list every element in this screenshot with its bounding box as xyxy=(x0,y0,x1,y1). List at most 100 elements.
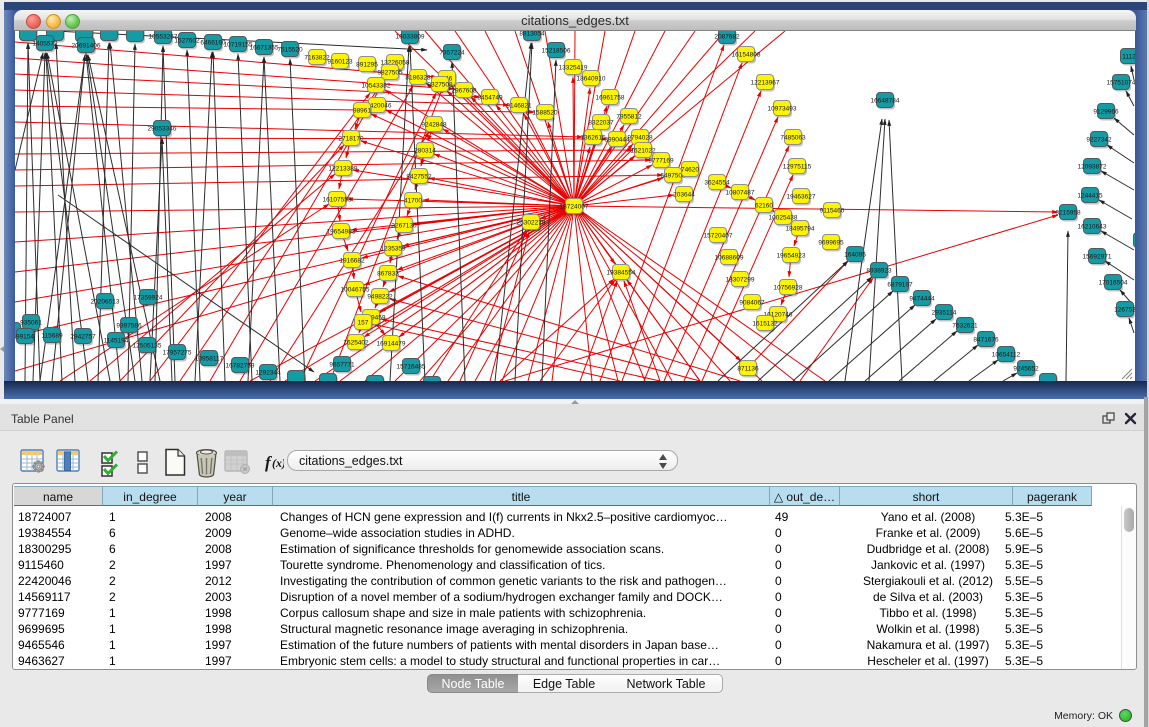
svg-text:1405572: 1405572 xyxy=(32,41,58,48)
svg-text:29053346: 29053346 xyxy=(148,126,177,133)
svg-text:16107553: 16107553 xyxy=(323,197,352,204)
svg-text:15218506: 15218506 xyxy=(542,48,571,55)
svg-text:1615132: 1615132 xyxy=(752,321,778,328)
svg-text:10654112: 10654112 xyxy=(992,352,1021,359)
svg-text:16210643: 16210643 xyxy=(1078,224,1107,231)
svg-text:18640910: 18640910 xyxy=(577,76,606,83)
svg-text:19654983: 19654983 xyxy=(327,229,356,236)
svg-text:15692971: 15692971 xyxy=(1083,254,1112,261)
svg-text:9777169: 9777169 xyxy=(648,158,674,165)
svg-text:10543382: 10543382 xyxy=(362,83,391,90)
svg-text:871136: 871136 xyxy=(737,366,759,373)
svg-text:9160123: 9160123 xyxy=(327,59,353,66)
svg-text:280314: 280314 xyxy=(414,148,436,155)
svg-text:10973493: 10973493 xyxy=(768,106,797,113)
svg-text:2967608: 2967608 xyxy=(451,88,477,95)
svg-text:18495794: 18495794 xyxy=(786,226,815,233)
svg-text:17016504: 17016504 xyxy=(1099,280,1128,287)
svg-text:9498222: 9498222 xyxy=(367,294,393,301)
svg-text:8215958: 8215958 xyxy=(1055,210,1081,217)
svg-text:9242848: 9242848 xyxy=(421,122,447,129)
svg-text:17359924: 17359924 xyxy=(134,295,163,302)
svg-text:16914479: 16914479 xyxy=(377,341,406,348)
svg-text:1527602: 1527602 xyxy=(174,38,200,45)
svg-text:8322037: 8322037 xyxy=(588,120,614,127)
svg-text:115689: 115689 xyxy=(41,333,63,340)
svg-text:1292344: 1292344 xyxy=(255,370,281,377)
svg-text:9146821: 9146821 xyxy=(506,103,532,110)
svg-text:18724007: 18724007 xyxy=(560,204,589,211)
svg-text:2935114: 2935114 xyxy=(932,310,957,317)
svg-text:9227342: 9227342 xyxy=(1086,137,1112,144)
svg-text:16782759: 16782759 xyxy=(226,363,255,370)
svg-text:7485063: 7485063 xyxy=(780,135,806,142)
svg-text:9115460: 9115460 xyxy=(820,208,845,215)
svg-text:126753: 126753 xyxy=(1114,307,1135,314)
svg-text:10958117: 10958117 xyxy=(195,356,224,363)
svg-text:7515520: 7515520 xyxy=(277,47,303,54)
svg-text:2718170: 2718170 xyxy=(338,136,364,143)
svg-text:12505135: 12505135 xyxy=(133,343,162,350)
svg-text:12213389: 12213389 xyxy=(329,166,358,173)
svg-text:1362615: 1362615 xyxy=(580,135,606,142)
svg-text:1235359: 1235359 xyxy=(380,246,406,253)
svg-text:19654923: 19654923 xyxy=(777,253,806,260)
svg-text:8186328: 8186328 xyxy=(405,75,431,82)
svg-text:935061: 935061 xyxy=(20,320,42,327)
svg-text:99154: 99154 xyxy=(16,334,34,341)
svg-text:74620: 74620 xyxy=(681,167,699,174)
svg-text:203644: 203644 xyxy=(673,192,695,199)
svg-text:20206513: 20206513 xyxy=(91,299,120,306)
svg-text:867833: 867833 xyxy=(377,271,399,278)
svg-text:7163822: 7163822 xyxy=(304,55,330,62)
svg-text:13325419: 13325419 xyxy=(559,65,588,72)
svg-text:7632621: 7632621 xyxy=(952,323,978,330)
svg-text:9397586: 9397586 xyxy=(116,323,142,330)
svg-text:8471676: 8471676 xyxy=(973,337,999,344)
svg-text:9657771: 9657771 xyxy=(329,362,355,369)
svg-text:10756928: 10756928 xyxy=(774,285,803,292)
svg-text:7625402: 7625402 xyxy=(343,340,369,347)
svg-text:9327508: 9327508 xyxy=(427,82,453,89)
svg-text:2087682: 2087682 xyxy=(714,34,740,41)
svg-text:41700: 41700 xyxy=(404,198,422,205)
svg-text:1112: 1112 xyxy=(1122,54,1135,61)
svg-text:9827505: 9827505 xyxy=(377,70,403,77)
svg-text:10046755: 10046755 xyxy=(341,287,370,294)
svg-text:16648784: 16648784 xyxy=(871,98,900,105)
svg-text:8813054: 8813054 xyxy=(519,31,545,38)
svg-text:9794028: 9794028 xyxy=(627,135,653,142)
svg-text:3624554: 3624554 xyxy=(704,180,730,187)
svg-text:16033809: 16033809 xyxy=(396,34,425,41)
svg-text:1244415: 1244415 xyxy=(1077,193,1103,200)
svg-text:10719155: 10719155 xyxy=(224,42,253,49)
svg-text:164095: 164095 xyxy=(844,252,866,259)
svg-text:8990444: 8990444 xyxy=(604,137,630,144)
svg-text:8454749: 8454749 xyxy=(477,95,503,102)
svg-text:12975115: 12975115 xyxy=(783,164,812,171)
svg-text:10807487: 10807487 xyxy=(726,190,755,197)
svg-text:9699695: 9699695 xyxy=(818,240,844,247)
svg-text:9245652: 9245652 xyxy=(1013,366,1039,373)
svg-text:12213967: 12213967 xyxy=(751,80,780,87)
svg-text:891295: 891295 xyxy=(356,62,378,69)
svg-text:19384554: 19384554 xyxy=(607,270,636,277)
svg-text:8938923: 8938923 xyxy=(866,268,892,275)
svg-text:2942757: 2942757 xyxy=(70,334,96,341)
svg-text:8427552: 8427552 xyxy=(406,174,432,181)
svg-text:9129966: 9129966 xyxy=(1093,109,1119,116)
svg-text:16961758: 16961758 xyxy=(596,95,625,102)
svg-text:1145194: 1145194 xyxy=(104,338,129,345)
svg-text:9084067: 9084067 xyxy=(739,300,765,307)
svg-text:16671355: 16671355 xyxy=(250,45,279,52)
svg-text:10688609: 10688609 xyxy=(715,255,744,262)
svg-text:15716485: 15716485 xyxy=(397,364,426,371)
svg-text:62160: 62160 xyxy=(755,203,773,210)
svg-text:157: 157 xyxy=(358,320,369,327)
svg-text:15751074: 15751074 xyxy=(1107,80,1135,87)
svg-text:7955812: 7955812 xyxy=(616,114,642,121)
svg-text:98961: 98961 xyxy=(353,108,371,115)
svg-text:12093872: 12093872 xyxy=(1078,164,1107,171)
svg-text:1916682: 1916682 xyxy=(339,258,365,265)
svg-text:6879197: 6879197 xyxy=(887,282,913,289)
